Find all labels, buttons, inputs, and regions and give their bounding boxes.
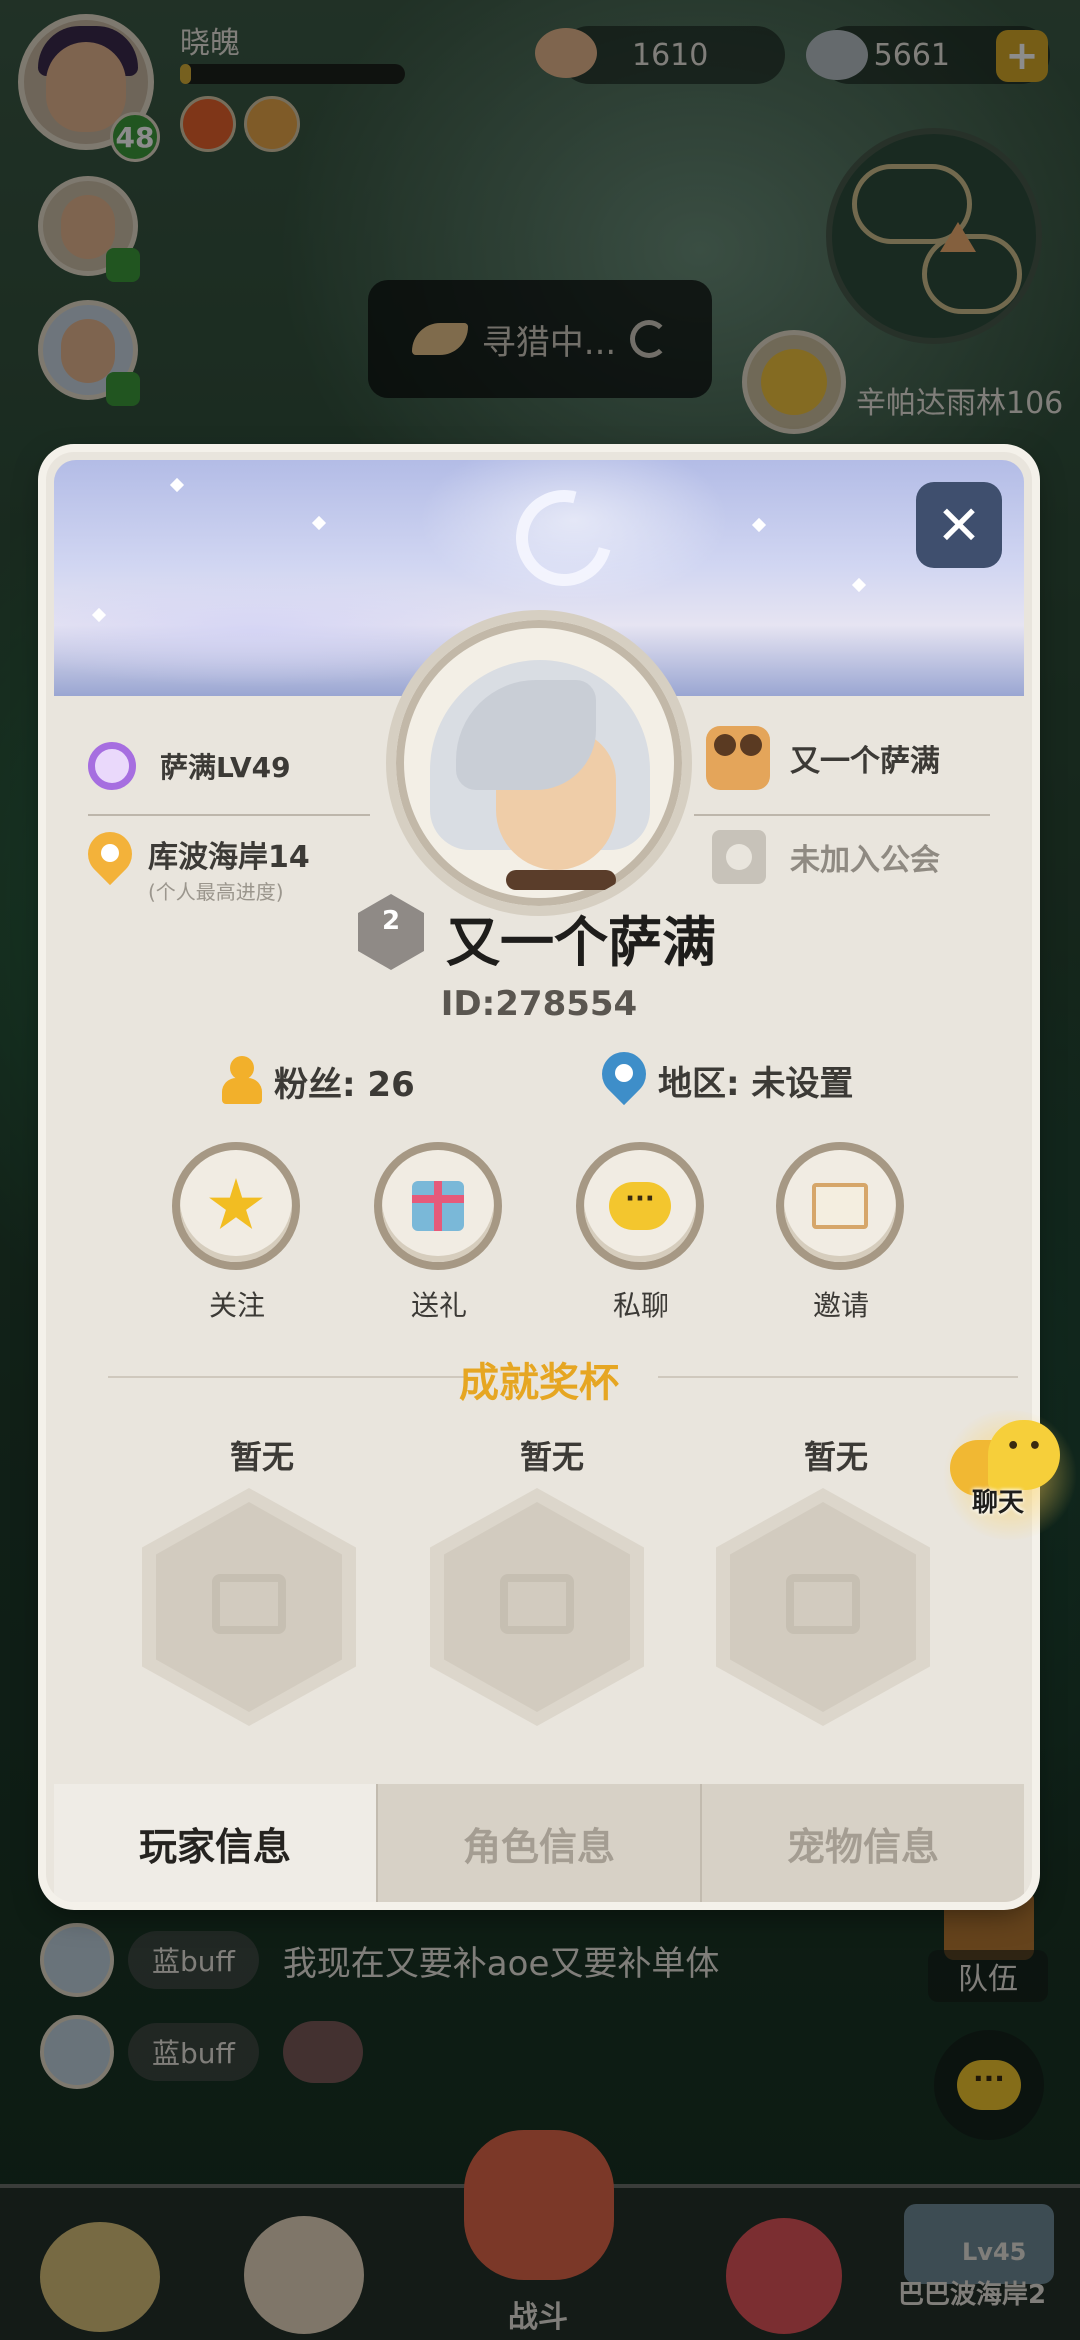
profile-name: 又一个萨满 [446, 911, 716, 974]
tab-character-info[interactable]: 角色信息 [376, 1784, 700, 1902]
profile-id: ID:278554 [440, 984, 638, 1024]
divider [694, 814, 990, 816]
sparkle-icon [91, 607, 107, 623]
follow-label: 关注 [208, 1289, 265, 1322]
invite-button-circle [776, 1142, 904, 1270]
region-text: 地区: 未设置 [658, 1063, 854, 1104]
trophy-placeholder-icon [212, 1574, 286, 1634]
side-chat-button[interactable]: 聊天 [940, 1410, 1080, 1540]
couple-icon [706, 726, 770, 790]
profile-avatar [386, 610, 692, 916]
private-chat-label: 私聊 [612, 1289, 669, 1322]
invite-label: 邀请 [812, 1289, 869, 1322]
rank-badge-icon: 2 [358, 894, 424, 970]
achievement-slot-label: 暂无 [803, 1438, 868, 1476]
sparkle-icon [851, 577, 867, 593]
moon-icon [498, 472, 630, 604]
fans-count: 粉丝: 26 [274, 1064, 415, 1105]
region-stat: 地区: 未设置 [602, 1052, 853, 1108]
guild-icon [712, 830, 766, 884]
progress-note: (个人最高进度) [148, 880, 284, 904]
trophy-placeholder-icon [786, 1574, 860, 1634]
location-pin-icon [88, 832, 132, 888]
progress-row: 库波海岸14 (个人最高进度) [88, 832, 310, 905]
achievement-slot[interactable] [716, 1488, 930, 1726]
tab-pet-info[interactable]: 宠物信息 [700, 1784, 1024, 1902]
gift-icon [412, 1181, 464, 1231]
partner-row: 又一个萨满 [706, 726, 940, 790]
region-pin-icon [602, 1052, 646, 1108]
class-level-row: 萨满LV49 [88, 742, 291, 790]
tab-player-info[interactable]: 玩家信息 [54, 1784, 376, 1902]
divider [88, 814, 370, 816]
fans-stat: 粉丝: 26 [222, 1056, 415, 1106]
chat-bubble-icon [609, 1182, 671, 1230]
achievement-slot-label: 暂无 [229, 1438, 294, 1476]
private-chat-button-circle [576, 1142, 704, 1270]
gift-button-circle [374, 1142, 502, 1270]
rank-number: 2 [381, 906, 401, 936]
sparkle-icon [311, 515, 327, 531]
invite-button[interactable]: 邀请 [776, 1142, 906, 1324]
chat-bubble-icon [988, 1420, 1060, 1490]
guild-row: 未加入公会 [712, 830, 940, 884]
avatar-collar [506, 870, 616, 890]
achievement-slot[interactable] [430, 1488, 644, 1726]
close-button[interactable]: ✕ [916, 482, 1002, 568]
follow-button-circle [172, 1142, 300, 1270]
gift-label: 送礼 [410, 1289, 467, 1322]
achievement-slot[interactable] [142, 1488, 356, 1726]
sparkle-icon [751, 517, 767, 533]
guild-status: 未加入公会 [790, 843, 940, 878]
gift-button[interactable]: 送礼 [374, 1142, 504, 1324]
class-icon [88, 742, 136, 790]
player-profile-popup: ✕ 萨满LV49 库波海岸14 (个人最高进度) 又一个萨满 未加入公会 2 又… [46, 452, 1032, 1902]
mail-icon [812, 1183, 868, 1229]
progress-stage: 库波海岸14 [148, 840, 310, 875]
profile-tabs: 玩家信息 角色信息 宠物信息 [54, 1784, 1024, 1902]
star-icon [209, 1178, 263, 1229]
trophy-placeholder-icon [500, 1574, 574, 1634]
side-chat-label: 聊天 [972, 1488, 1025, 1518]
private-chat-button[interactable]: 私聊 [576, 1142, 706, 1324]
achievements-title: 成就奖杯 [459, 1360, 619, 1406]
fan-icon [222, 1056, 262, 1106]
class-level: 萨满LV49 [160, 751, 291, 784]
follow-button[interactable]: 关注 [172, 1142, 302, 1324]
achievement-slot-label: 暂无 [519, 1438, 584, 1476]
partner-name: 又一个萨满 [790, 744, 940, 779]
sparkle-icon [169, 477, 185, 493]
